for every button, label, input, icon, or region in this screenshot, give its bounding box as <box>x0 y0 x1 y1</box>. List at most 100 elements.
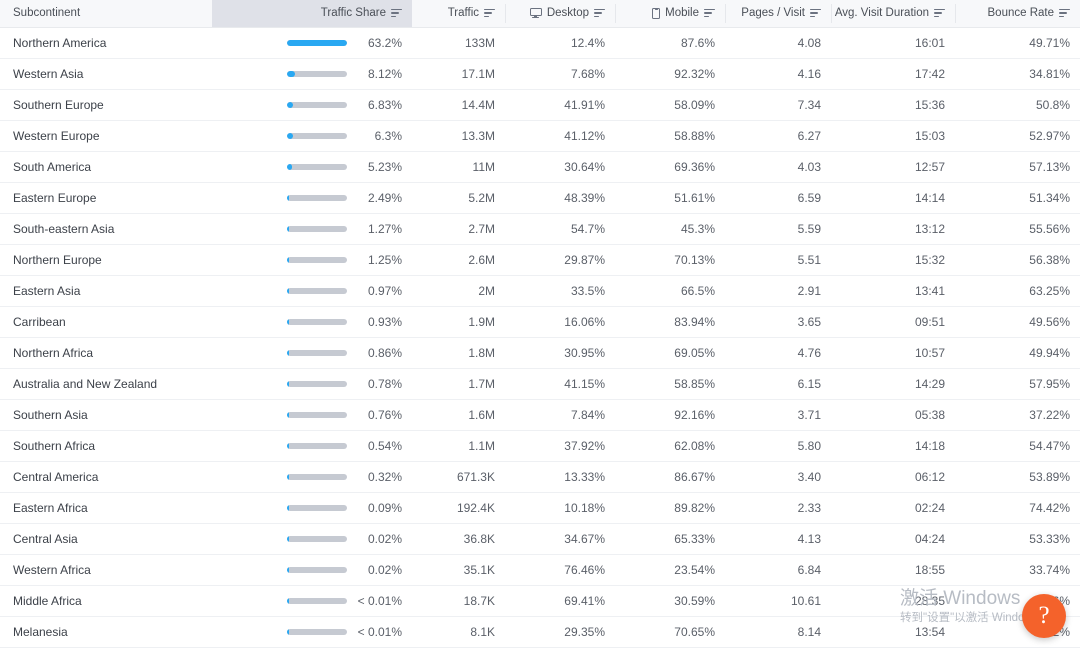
cell-subcontinent[interactable]: Southern Europe <box>0 89 212 121</box>
traffic-share-bar-fill <box>287 256 290 263</box>
cell-subcontinent[interactable]: Central Asia <box>0 523 212 555</box>
filter-icon[interactable] <box>810 8 821 18</box>
cell-subcontinent[interactable]: Eastern Africa <box>0 492 212 524</box>
table-row[interactable]: Central America 0.32% 671.3K 13.33% 86.67% 3.… <box>0 461 1080 493</box>
traffic-share-bar <box>287 318 347 325</box>
cell-subcontinent[interactable]: South-eastern Asia <box>0 213 212 245</box>
filter-icon[interactable] <box>484 8 495 18</box>
traffic-share-value: 6.83% <box>367 97 402 112</box>
cell-pages-visit: 4.08 <box>725 27 831 59</box>
table-row[interactable]: Australia and New Zealand 0.78% 1.7M 41.15%… <box>0 368 1080 400</box>
table-row[interactable]: Eastern Africa 0.09% 192.4K 10.18% 89.82% 2.3… <box>0 492 1080 524</box>
traffic-share-bar-fill <box>287 194 290 201</box>
cell-avg-visit-duration: 10:57 <box>831 337 955 369</box>
filter-icon[interactable] <box>1059 8 1070 18</box>
cell-avg-visit-duration: 15:03 <box>831 120 955 152</box>
cell-subcontinent[interactable]: Central America <box>0 461 212 493</box>
cell-traffic-share: 0.76% <box>212 399 412 431</box>
filter-icon[interactable] <box>391 8 402 18</box>
cell-traffic-share: 1.27% <box>212 213 412 245</box>
cell-subcontinent[interactable]: Carribean <box>0 306 212 338</box>
filter-icon[interactable] <box>704 8 715 18</box>
traffic-share-bar <box>287 535 347 542</box>
cell-mobile: 58.09% <box>615 89 725 121</box>
column-header-mobile[interactable]: Mobile <box>615 0 725 28</box>
cell-mobile: 92.32% <box>615 58 725 90</box>
table-row[interactable]: Middle Africa < 0.01% 18.7K 69.41% 30.59% 10.… <box>0 585 1080 617</box>
cell-subcontinent[interactable]: Southern Asia <box>0 399 212 431</box>
column-header-label: Mobile <box>665 6 699 19</box>
cell-traffic: 133M <box>412 27 505 59</box>
cell-traffic-share: 0.54% <box>212 430 412 462</box>
help-button[interactable]: ? <box>1022 594 1066 638</box>
cell-avg-visit-duration: 17:42 <box>831 58 955 90</box>
column-header-traffic-share[interactable]: Traffic Share <box>212 0 412 28</box>
cell-desktop: 29.35% <box>505 616 615 648</box>
table-row[interactable]: Western Europe 6.3% 13.3M 41.12% 58.88% 6.27 1… <box>0 120 1080 152</box>
cell-pages-visit: 6.84 <box>725 554 831 586</box>
cell-subcontinent[interactable]: Western Asia <box>0 58 212 90</box>
table-row[interactable]: Western Asia 8.12% 17.1M 7.68% 92.32% 4.16 17:… <box>0 58 1080 90</box>
cell-traffic-share: 0.97% <box>212 275 412 307</box>
traffic-share-bar-fill <box>287 318 290 325</box>
table-row[interactable]: Carribean 0.93% 1.9M 16.06% 83.94% 3.65 09:51 4… <box>0 306 1080 338</box>
traffic-share-bar <box>287 101 347 108</box>
table-row[interactable]: Western Africa 0.02% 35.1K 76.46% 23.54% 6.84… <box>0 554 1080 586</box>
column-header-label: Traffic <box>447 6 479 19</box>
table-row[interactable]: Southern Asia 0.76% 1.6M 7.84% 92.16% 3.71 05:… <box>0 399 1080 431</box>
traffic-share-bar-fill <box>287 163 292 170</box>
cell-traffic: 5.2M <box>412 182 505 214</box>
cell-subcontinent[interactable]: Southern Africa <box>0 430 212 462</box>
column-header-label: Bounce Rate <box>987 6 1055 19</box>
cell-pages-visit: 5.59 <box>725 213 831 245</box>
column-header-desktop[interactable]: Desktop <box>505 0 615 28</box>
traffic-share-bar-fill <box>287 225 290 232</box>
table-row[interactable]: Northern Africa 0.86% 1.8M 30.95% 69.05% 4.76… <box>0 337 1080 369</box>
table-row[interactable]: South America 5.23% 11M 30.64% 69.36% 4.03 12:… <box>0 151 1080 183</box>
traffic-share-value: 2.49% <box>367 190 402 205</box>
cell-subcontinent[interactable]: Northern Europe <box>0 244 212 276</box>
traffic-share-bar-fill <box>287 70 295 77</box>
cell-pages-visit: 7.34 <box>725 89 831 121</box>
table-row[interactable]: Melanesia < 0.01% 8.1K 29.35% 70.65% 8.14 13:5… <box>0 616 1080 648</box>
table-row[interactable]: Central Asia 0.02% 36.8K 34.67% 65.33% 4.13 04… <box>0 523 1080 555</box>
cell-traffic-share: 0.93% <box>212 306 412 338</box>
table-row[interactable]: Southern Africa 0.54% 1.1M 37.92% 62.08% 5.80… <box>0 430 1080 462</box>
table-row[interactable]: Northern America 63.2% 133M 12.4% 87.6% 4.08 1… <box>0 27 1080 59</box>
column-header-bounce-rate[interactable]: Bounce Rate <box>955 0 1080 28</box>
cell-subcontinent[interactable]: Australia and New Zealand <box>0 368 212 400</box>
filter-icon[interactable] <box>934 8 945 18</box>
cell-pages-visit: 10.61 <box>725 585 831 617</box>
table-row[interactable]: Southern Europe 6.83% 14.4M 41.91% 58.09% 7.3… <box>0 89 1080 121</box>
cell-desktop: 7.68% <box>505 58 615 90</box>
traffic-share-value: 0.93% <box>367 314 402 329</box>
cell-subcontinent[interactable]: Northern Africa <box>0 337 212 369</box>
cell-bounce-rate: 57.13% <box>955 151 1080 183</box>
cell-traffic: 2.6M <box>412 244 505 276</box>
column-header-traffic[interactable]: Traffic <box>412 0 505 28</box>
table-row[interactable]: South-eastern Asia 1.27% 2.7M 54.7% 45.3% 5.5… <box>0 213 1080 245</box>
cell-subcontinent[interactable]: Melanesia <box>0 616 212 648</box>
cell-traffic: 2.7M <box>412 213 505 245</box>
column-header-avg-visit-duration[interactable]: Avg. Visit Duration <box>831 0 955 28</box>
cell-pages-visit: 5.51 <box>725 244 831 276</box>
column-header-subcontinent[interactable]: Subcontinent <box>0 0 212 28</box>
table-row[interactable]: Eastern Asia 0.97% 2M 33.5% 66.5% 2.91 13:41 63… <box>0 275 1080 307</box>
cell-subcontinent[interactable]: Western Africa <box>0 554 212 586</box>
cell-subcontinent[interactable]: Middle Africa <box>0 585 212 617</box>
cell-traffic: 1.6M <box>412 399 505 431</box>
cell-subcontinent[interactable]: Northern America <box>0 27 212 59</box>
cell-subcontinent[interactable]: Eastern Asia <box>0 275 212 307</box>
traffic-share-bar <box>287 566 347 573</box>
cell-traffic: 2M <box>412 275 505 307</box>
table-row[interactable]: Eastern Europe 2.49% 5.2M 48.39% 51.61% 6.59 1… <box>0 182 1080 214</box>
cell-subcontinent[interactable]: South America <box>0 151 212 183</box>
filter-icon[interactable] <box>594 8 605 18</box>
column-header-pages-visit[interactable]: Pages / Visit <box>725 0 831 28</box>
cell-subcontinent[interactable]: Eastern Europe <box>0 182 212 214</box>
cell-traffic: 1.9M <box>412 306 505 338</box>
table-row[interactable]: Northern Europe 1.25% 2.6M 29.87% 70.13% 5.51… <box>0 244 1080 276</box>
cell-subcontinent[interactable]: Western Europe <box>0 120 212 152</box>
cell-mobile: 70.65% <box>615 616 725 648</box>
traffic-share-bar <box>287 163 347 170</box>
